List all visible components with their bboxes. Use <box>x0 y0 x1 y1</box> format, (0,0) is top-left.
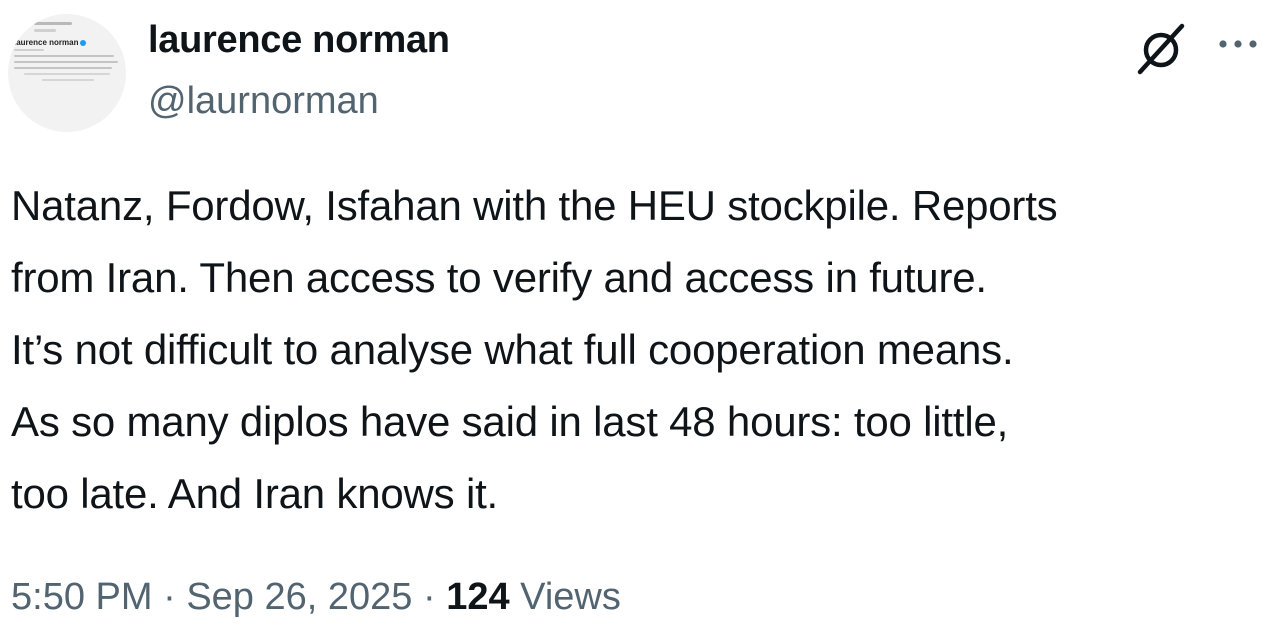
tweet-time[interactable]: 5:50 PM <box>11 576 153 618</box>
avatar-decor-line <box>34 29 56 32</box>
more-dots-icon[interactable] <box>1216 30 1260 58</box>
avatar-decor-line <box>14 49 44 51</box>
tweet-date[interactable]: Sep 26, 2025 <box>186 576 412 618</box>
views-label: Views <box>520 576 621 618</box>
meta-separator: · <box>412 576 447 618</box>
tweet-metadata: 5:50 PM · Sep 26, 2025 · 124 Views <box>11 574 621 620</box>
avatar-decor-line <box>42 79 94 81</box>
avatar-decor-line <box>14 55 114 57</box>
display-name[interactable]: laurence norman <box>148 17 450 63</box>
meta-separator: · <box>152 576 187 618</box>
tweet-text: Natanz, Fordow, Isfahan with the HEU sto… <box>11 182 1058 517</box>
avatar-decor-line <box>14 61 118 63</box>
avatar[interactable]: laurence norman <box>8 14 126 132</box>
avatar-thumb-name: laurence norman <box>14 38 126 47</box>
avatar-screenshot-thumbnail: laurence norman <box>14 22 126 85</box>
user-handle[interactable]: @laurnorman <box>148 78 379 124</box>
avatar-decor-line <box>14 67 112 69</box>
views-count[interactable]: 124 <box>446 576 509 618</box>
grok-icon[interactable] <box>1134 22 1188 76</box>
avatar-decor-line <box>34 22 72 25</box>
verified-badge-icon <box>80 39 87 46</box>
avatar-decor-line <box>24 73 110 75</box>
